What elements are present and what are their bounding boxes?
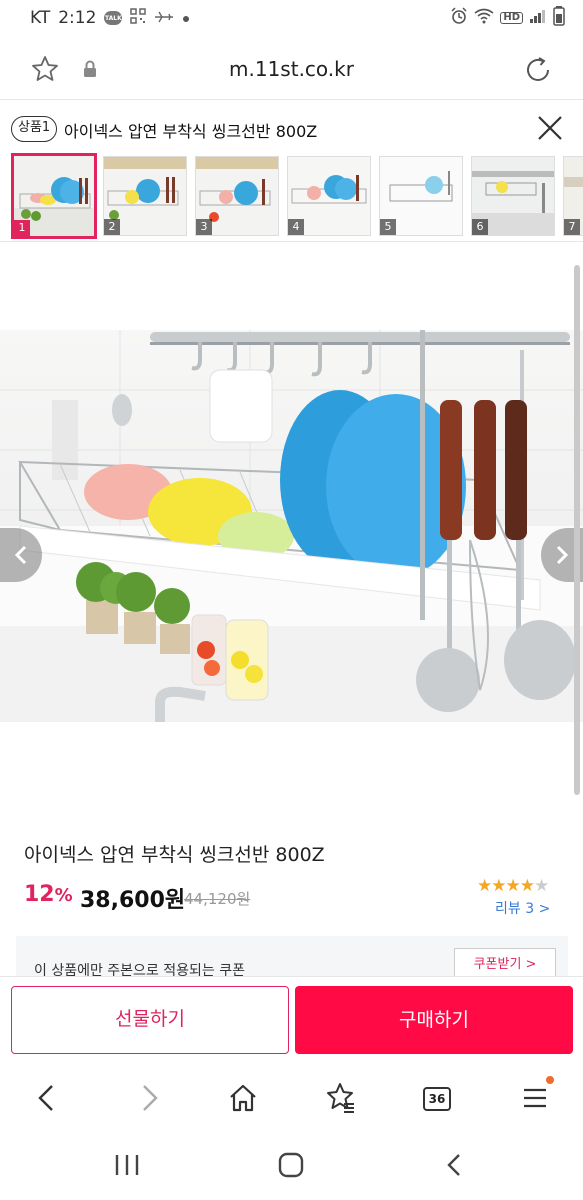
hd-voice-icon: HD	[500, 12, 523, 24]
scrollbar-thumb[interactable]	[574, 265, 580, 795]
alarm-icon	[450, 6, 468, 30]
product-name: 아이넥스 압연 부착식 씽크선반 800Z	[24, 844, 325, 866]
notification-dot-icon	[182, 8, 190, 28]
qr-icon	[130, 7, 147, 29]
menu-icon[interactable]	[517, 1080, 553, 1116]
review-link[interactable]: 리뷰 3 >	[495, 898, 550, 918]
thumbnail-6[interactable]: 6	[471, 156, 555, 236]
thumbnail-number: 2	[104, 219, 120, 235]
thumbnail-3[interactable]: 3	[195, 156, 279, 236]
airplane-icon	[154, 8, 174, 28]
thumbnail-4[interactable]: 4	[287, 156, 371, 236]
thumbnail-number: 6	[472, 219, 488, 235]
status-bar: KT 2:12 TALK HD	[0, 0, 583, 36]
product-header-title: 아이넥스 압연 부착식 씽크선반 800Z	[64, 122, 318, 141]
discount-rate: 12%	[24, 882, 73, 907]
home-button-icon[interactable]	[276, 1151, 306, 1183]
gift-button[interactable]: 선물하기	[11, 986, 289, 1054]
product-main-image[interactable]	[0, 330, 583, 722]
thumbnail-number: 5	[380, 219, 396, 235]
coupon-banner: 이 상품에만 주본으로 적용되는 쿠폰 쿠폰받기 >	[16, 936, 568, 976]
forward-icon[interactable]	[130, 1080, 166, 1116]
thumbnail-2[interactable]: 2	[103, 156, 187, 236]
reload-icon[interactable]	[522, 54, 554, 86]
thumbnail-number: 7	[564, 219, 580, 235]
coupon-text: 이 상품에만 주본으로 적용되는 쿠폰	[34, 963, 245, 976]
discount-number: 12	[24, 882, 55, 907]
close-icon[interactable]	[536, 114, 564, 142]
battery-icon	[553, 5, 565, 31]
coupon-download-button[interactable]: 쿠폰받기 >	[454, 948, 556, 976]
star-filled-icon: ★★★★	[477, 876, 535, 896]
home-icon[interactable]	[225, 1080, 261, 1116]
discount-percent-sign: %	[54, 885, 73, 906]
bookmarks-icon[interactable]	[322, 1080, 358, 1116]
browser-toolbar	[0, 1066, 583, 1132]
tabs-count-button[interactable]: 36	[423, 1087, 451, 1111]
back-icon[interactable]	[30, 1080, 66, 1116]
rating-stars: ★★★★★	[477, 876, 549, 896]
url-bar: m.11st.co.kr	[0, 40, 583, 100]
chevron-right-icon	[556, 545, 569, 565]
recent-apps-icon[interactable]	[112, 1152, 142, 1182]
star-empty-icon: ★	[533, 876, 549, 896]
url-text[interactable]: m.11st.co.kr	[0, 57, 583, 81]
product-header: 상품1 아이넥스 압연 부착식 씽크선반 800Z	[0, 104, 583, 152]
clock: 2:12	[58, 8, 97, 28]
thumbnail-7[interactable]: 7	[563, 156, 583, 236]
system-back-icon[interactable]	[440, 1151, 470, 1183]
thumbnail-number: 4	[288, 219, 304, 235]
thumbnail-strip: 1 2 3 4 5 6 7	[0, 152, 583, 242]
thumbnail-5[interactable]: 5	[379, 156, 463, 236]
signal-icon	[529, 8, 547, 29]
thumbnail-number: 1	[14, 220, 30, 236]
buy-button[interactable]: 구매하기	[295, 986, 573, 1054]
system-navigation-bar	[0, 1132, 583, 1200]
menu-notification-dot	[546, 1076, 554, 1084]
kakaotalk-icon: TALK	[104, 11, 123, 25]
carrier-label: KT	[30, 8, 51, 28]
product-badge: 상품1	[11, 116, 58, 142]
wifi-icon	[474, 8, 494, 29]
chevron-left-icon	[14, 545, 27, 565]
sale-price: 38,600원	[80, 888, 186, 913]
thumbnail-1[interactable]: 1	[11, 153, 97, 239]
purchase-bar: 선물하기 구매하기	[0, 976, 583, 1064]
original-price: 44,120원	[184, 890, 251, 908]
thumbnail-number: 3	[196, 219, 212, 235]
